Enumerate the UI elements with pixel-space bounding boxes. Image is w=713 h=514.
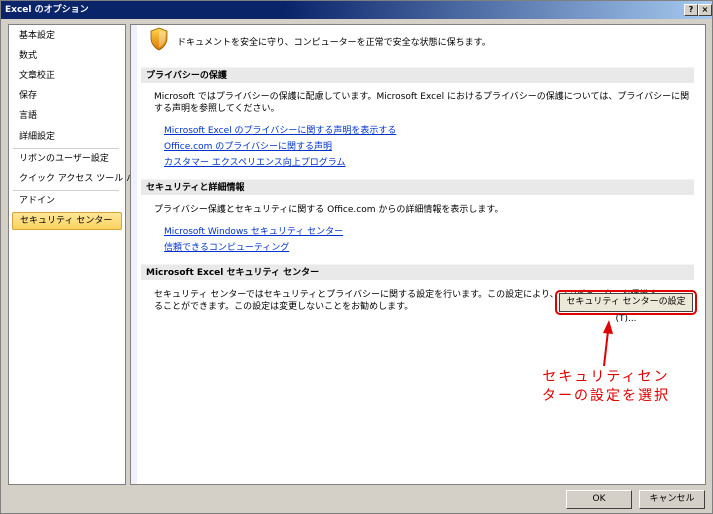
sidebar-item-quick-access-toolbar[interactable]: クイック アクセス ツール バー [12, 170, 144, 188]
sidebar-item-general[interactable]: 基本設定 [12, 27, 122, 45]
trust-center-description-line1: セキュリティ センターではセキュリティとプライバシーに関する設定を行います。この… [154, 290, 658, 300]
trustworthy-computing-link[interactable]: 信頼できるコンピューティング [164, 240, 289, 253]
privacy-section-header: プライバシーの保護 [141, 67, 694, 83]
cancel-button[interactable]: キャンセル [639, 490, 705, 509]
security-description: プライバシー保護とセキュリティに関する Office.com からの詳細情報を表… [154, 205, 504, 215]
security-section-header: セキュリティと詳細情報 [141, 179, 694, 195]
title-bar: Excel のオプション ? × [1, 1, 712, 19]
sidebar-item-customize-ribbon[interactable]: リボンのユーザー設定 [12, 150, 122, 168]
sidebar-item-addins[interactable]: アドイン [12, 192, 122, 210]
annotation-line1: セキュリティセン [542, 369, 670, 385]
windows-security-center-link[interactable]: Microsoft Windows セキュリティ センター [164, 224, 343, 237]
close-button[interactable]: × [698, 4, 712, 16]
sidebar-item-trust-center[interactable]: セキュリティ センター [12, 212, 122, 230]
shield-icon [150, 27, 168, 51]
excel-privacy-statement-link[interactable]: Microsoft Excel のプライバシーに関する声明を表示する [164, 123, 396, 136]
annotation-callout: セキュリティセン ターの設定を選択 [511, 368, 701, 406]
intro-text: ドキュメントを安全に守り、コンピューターを正常で安全な状態に保ちます。 [177, 38, 491, 48]
arrow-up-icon [603, 320, 613, 367]
sidebar-divider [13, 148, 119, 149]
excel-options-dialog: Excel のオプション ? × 基本設定 数式 文章校正 保存 言語 詳細設定… [0, 0, 713, 514]
panel-strip [131, 25, 137, 484]
sidebar-item-language[interactable]: 言語 [12, 107, 122, 125]
office-privacy-statement-link[interactable]: Office.com のプライバシーに関する声明 [164, 139, 332, 152]
trust-center-settings-button[interactable]: セキュリティ センターの設定(T)... [559, 293, 693, 324]
customer-experience-link[interactable]: カスタマー エクスペリエンス向上プログラム [164, 155, 346, 168]
annotation-line2: ターの設定を選択 [542, 388, 670, 404]
sidebar-divider [13, 190, 119, 191]
sidebar-item-advanced[interactable]: 詳細設定 [12, 128, 122, 146]
sidebar-item-formulas[interactable]: 数式 [12, 47, 122, 65]
trust-center-section-header: Microsoft Excel セキュリティ センター [141, 264, 694, 280]
trust-center-description-line2: ることができます。この設定は変更しないことをお勧めします。 [154, 302, 414, 312]
sidebar-item-save[interactable]: 保存 [12, 87, 122, 105]
help-button[interactable]: ? [684, 4, 698, 16]
ok-button[interactable]: OK [566, 490, 632, 509]
privacy-description: Microsoft ではプライバシーの保護に配慮しています。Microsoft … [154, 92, 690, 114]
sidebar-item-proofing[interactable]: 文章校正 [12, 67, 122, 85]
window-title: Excel のオプション [5, 5, 89, 15]
